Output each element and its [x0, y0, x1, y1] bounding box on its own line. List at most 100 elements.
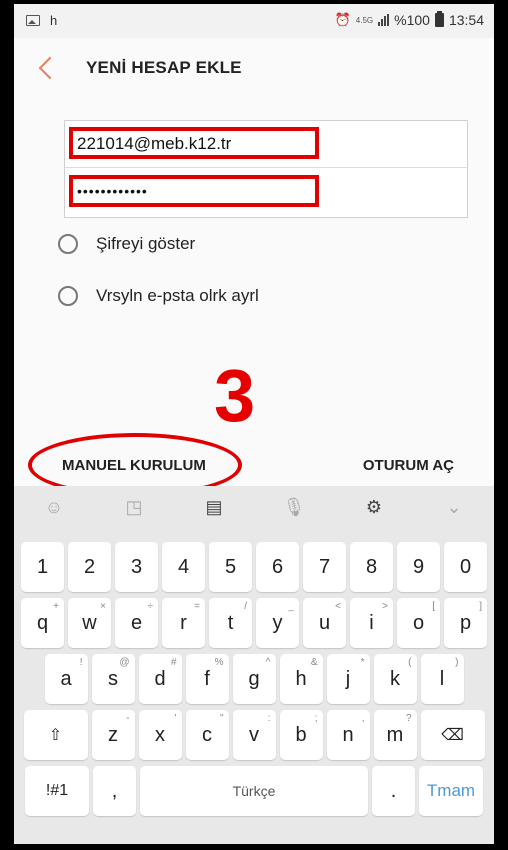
key-m[interactable]: ? m: [373, 710, 417, 760]
key-q[interactable]: + q: [21, 598, 64, 648]
key-8[interactable]: 8: [350, 542, 393, 592]
radio-icon[interactable]: [58, 286, 78, 306]
key-o[interactable]: [o: [397, 598, 440, 648]
key-alt: ": [219, 713, 224, 724]
manual-setup-button[interactable]: MANUEL KURULUM: [62, 457, 206, 474]
key-label: s: [108, 667, 118, 690]
settings-icon[interactable]: ⚙: [357, 497, 391, 518]
key-4[interactable]: 4: [162, 542, 205, 592]
number-row: 1 2 3 4 5 6 7 8 9 0: [14, 542, 494, 592]
key-label: n: [342, 723, 354, 746]
key-label: b: [295, 723, 307, 746]
period-key[interactable]: .: [372, 766, 415, 816]
default-email-option[interactable]: Vrsyln e-psta olrk ayrl: [58, 286, 259, 306]
key-alt: &: [310, 657, 318, 668]
key-alt: ;: [314, 713, 318, 724]
symbols-key[interactable]: !#1: [25, 766, 89, 816]
password-field[interactable]: ••••••••••••: [69, 175, 319, 207]
key-alt: <: [335, 601, 341, 612]
key-p[interactable]: ] p: [444, 598, 487, 648]
key-l[interactable]: ) l: [420, 654, 464, 704]
key-d[interactable]: # d: [138, 654, 182, 704]
notification-text: h: [50, 13, 58, 28]
key-u[interactable]: < u: [303, 598, 346, 648]
key-3[interactable]: 3: [115, 542, 158, 592]
key-label: e: [130, 611, 143, 634]
keyboard-toolbar: ☺ ◳ ▤ 🎙 ⚙ ⌄: [14, 486, 494, 528]
key-6[interactable]: 6: [256, 542, 299, 592]
clipboard-icon[interactable]: ▤: [197, 497, 231, 518]
key-f[interactable]: % f: [185, 654, 229, 704]
key-x[interactable]: ' x: [138, 710, 182, 760]
backspace-key[interactable]: ⌫: [420, 710, 485, 760]
network-type: 4.5G: [355, 15, 374, 25]
key-alt: /: [244, 601, 247, 612]
key-9[interactable]: 9: [397, 542, 440, 592]
key-alt: !: [79, 657, 83, 668]
key-k[interactable]: (k: [373, 654, 417, 704]
key-v[interactable]: :v: [232, 710, 276, 760]
radio-icon[interactable]: [58, 234, 78, 254]
key-i[interactable]: > i: [350, 598, 393, 648]
shift-key[interactable]: ⇧: [23, 710, 88, 760]
key-e[interactable]: ÷ e: [115, 598, 158, 648]
key-g[interactable]: ^ g: [232, 654, 276, 704]
key-y[interactable]: _ y: [256, 598, 299, 648]
key-label: t: [227, 611, 234, 634]
key-h[interactable]: & h: [279, 654, 323, 704]
letter-row-1: + q × w ÷ e = r / t _ y < u > i [o ] p: [14, 598, 494, 648]
comma-key[interactable]: ,: [93, 766, 136, 816]
bottom-row: !#1 , Türkçe . Tmam: [14, 766, 494, 816]
key-2[interactable]: 2: [68, 542, 111, 592]
key-alt: *: [360, 657, 365, 668]
key-alt: ]: [479, 601, 482, 612]
key-alt: ^: [265, 657, 271, 668]
battery-percent: %100: [394, 12, 430, 28]
field-divider: [65, 167, 467, 168]
key-alt: >: [382, 601, 388, 612]
key-label: r: [180, 611, 187, 634]
login-form: 221014@meb.k12.tr ••••••••••••: [64, 120, 468, 218]
key-r[interactable]: = r: [162, 598, 205, 648]
key-7[interactable]: 7: [303, 542, 346, 592]
key-alt: ': [174, 713, 177, 724]
key-t[interactable]: / t: [209, 598, 252, 648]
key-label: d: [154, 667, 166, 690]
key-label: z: [108, 723, 118, 746]
key-n[interactable]: ,n: [326, 710, 370, 760]
key-j[interactable]: * j: [326, 654, 370, 704]
key-alt: ): [455, 657, 459, 668]
key-b[interactable]: ; b: [279, 710, 323, 760]
key-alt: :: [267, 713, 271, 724]
letter-row-3: ⇧ -z ' x " c :v ; b ,n ? m ⌫: [14, 710, 494, 760]
key-label: l: [439, 667, 445, 690]
key-label: p: [459, 611, 472, 634]
key-5[interactable]: 5: [209, 542, 252, 592]
letter-row-2: ! a @ s # d % f ^ g & h * j (k ) l: [14, 654, 494, 704]
key-label: o: [412, 611, 425, 634]
key-s[interactable]: @ s: [91, 654, 135, 704]
sticker-icon[interactable]: ◳: [117, 497, 151, 518]
key-label: f: [204, 667, 210, 690]
collapse-icon[interactable]: ⌄: [437, 497, 471, 518]
key-0[interactable]: 0: [444, 542, 487, 592]
key-label: a: [60, 667, 72, 690]
key-alt: [: [432, 601, 435, 612]
key-1[interactable]: 1: [21, 542, 64, 592]
mic-icon[interactable]: 🎙: [277, 497, 311, 518]
sign-in-button[interactable]: OTURUM AÇ: [363, 457, 454, 474]
key-c[interactable]: " c: [185, 710, 229, 760]
key-z[interactable]: -z: [91, 710, 135, 760]
email-field[interactable]: 221014@meb.k12.tr: [69, 127, 319, 159]
key-label: u: [318, 611, 331, 634]
key-a[interactable]: ! a: [44, 654, 88, 704]
emoji-icon[interactable]: ☺: [37, 497, 71, 518]
key-w[interactable]: × w: [68, 598, 111, 648]
key-alt: ÷: [147, 601, 154, 612]
done-key[interactable]: Tmam: [419, 766, 483, 816]
alarm-icon: ⏰: [334, 12, 351, 27]
app-header: YENİ HESAP EKLE: [14, 38, 494, 102]
back-arrow-icon[interactable]: [38, 56, 62, 80]
show-password-option[interactable]: Şifreyi göster: [58, 234, 195, 254]
space-key[interactable]: Türkçe: [140, 766, 368, 816]
